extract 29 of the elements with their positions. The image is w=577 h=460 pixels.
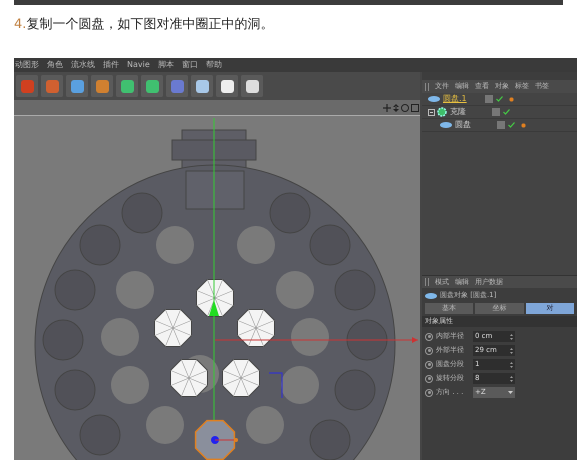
arrow-icon[interactable]: [393, 104, 399, 112]
z-axis-handle: [269, 372, 283, 398]
disc-icon: [425, 292, 437, 298]
menu-item[interactable]: 动图形: [15, 61, 39, 69]
maximize-icon[interactable]: [411, 104, 419, 112]
rotate-icon[interactable]: [401, 104, 409, 112]
disc-icon: [440, 122, 452, 128]
gear-icon: [437, 107, 447, 117]
menu-item[interactable]: 插件: [103, 61, 119, 69]
stepper-icon[interactable]: [510, 376, 513, 382]
stepper-icon[interactable]: [510, 334, 513, 340]
grip-icon: [425, 278, 429, 286]
grip-icon: [425, 82, 429, 90]
object-name[interactable]: 圆盘.1: [443, 93, 483, 105]
stepper-icon[interactable]: [510, 348, 513, 354]
menu-item[interactable]: 流水线: [71, 61, 95, 69]
object-name[interactable]: 克隆: [450, 106, 490, 118]
move-icon[interactable]: [383, 104, 391, 112]
menu-item[interactable]: Navie: [127, 61, 150, 69]
minus-icon[interactable]: [428, 108, 435, 116]
caret-icon: [508, 391, 513, 394]
disc-icon: [428, 96, 440, 102]
stepper-icon[interactable]: [510, 362, 513, 368]
object-name[interactable]: 圆盘: [455, 119, 495, 131]
menu-item[interactable]: 角色: [47, 61, 63, 69]
menu-item[interactable]: 帮助: [206, 61, 222, 69]
step-text: 4.复制一个圆盘，如下图对准中圈正中的洞。: [13, 16, 274, 34]
menu-item[interactable]: 窗口: [182, 61, 198, 69]
menu-item[interactable]: 脚本: [158, 61, 174, 69]
